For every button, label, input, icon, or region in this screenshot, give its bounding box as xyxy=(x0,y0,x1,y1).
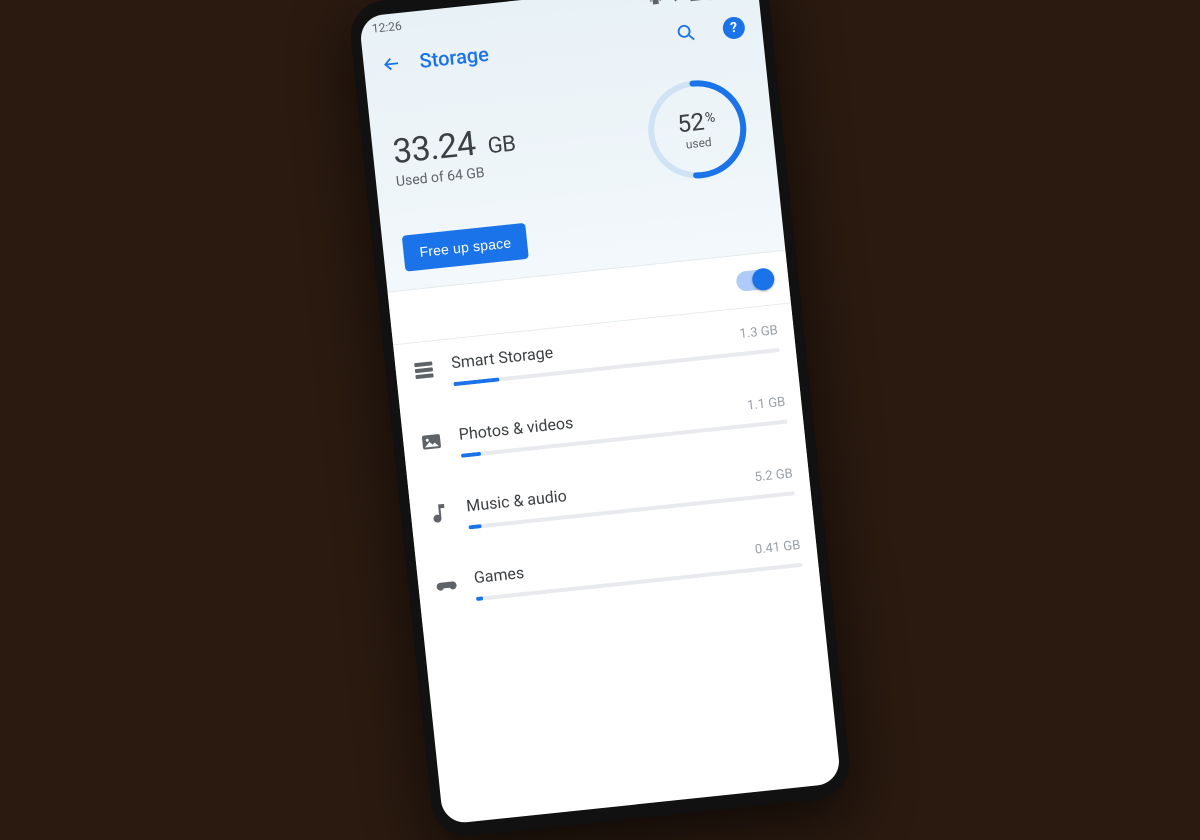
help-button[interactable]: ? xyxy=(712,6,756,50)
category-size: 0.41 GB xyxy=(754,538,801,558)
smart-storage-toggle[interactable] xyxy=(735,268,773,292)
ring-pct-sign: % xyxy=(704,109,716,126)
screen: 12:26 70% Storage xyxy=(359,0,842,825)
used-amount-unit: GB xyxy=(486,132,516,160)
cell-signal-icon xyxy=(687,0,702,3)
game-icon xyxy=(433,572,459,598)
status-time: 12:26 xyxy=(371,19,402,36)
ring-pct-label: used xyxy=(685,135,712,152)
category-label: Music & audio xyxy=(465,486,567,515)
ring-pct: 52 % xyxy=(676,106,717,138)
category-bar-fill xyxy=(468,524,481,529)
ring-pct-value: 52 xyxy=(676,108,706,139)
vibrate-icon xyxy=(647,0,662,7)
category-bar-fill xyxy=(453,377,499,386)
help-icon: ? xyxy=(722,16,746,40)
category-size: 1.3 GB xyxy=(739,323,779,342)
image-icon xyxy=(418,429,444,455)
usage-ring: 52 % used xyxy=(637,69,758,190)
phone-frame: 12:26 70% Storage xyxy=(347,0,853,840)
page-title: Storage xyxy=(418,42,490,73)
category-list: Smart Storage 1.3 GB Photos & videos 1.1 GB… xyxy=(393,304,821,632)
used-amount-value: 33.24 xyxy=(391,124,478,172)
search-button[interactable] xyxy=(664,11,708,55)
category-size: 5.2 GB xyxy=(754,466,794,485)
back-button[interactable] xyxy=(370,42,414,86)
free-up-space-button[interactable]: Free up space xyxy=(402,223,529,272)
category-bar-fill xyxy=(476,596,483,601)
category-label: Smart Storage xyxy=(450,343,554,373)
storage-icon xyxy=(411,357,437,383)
ring-center: 52 % used xyxy=(637,69,758,190)
category-label: Photos & videos xyxy=(458,413,574,444)
music-icon xyxy=(426,500,452,526)
category-bar-fill xyxy=(461,452,481,458)
summary-left: 33.24 GB Used of 64 GB xyxy=(391,108,626,190)
category-label: Games xyxy=(473,563,525,587)
category-size: 1.1 GB xyxy=(746,395,786,414)
wifi-icon xyxy=(667,0,682,5)
